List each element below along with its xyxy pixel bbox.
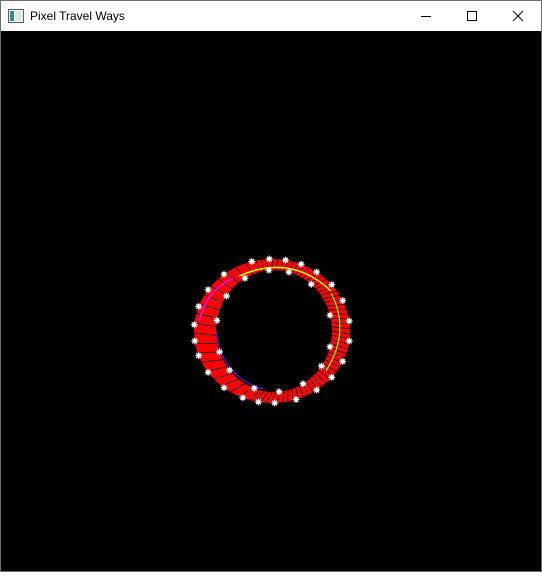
point-marker [328, 281, 335, 288]
point-marker [255, 398, 262, 405]
point-marker [339, 358, 346, 365]
point-marker [308, 281, 315, 288]
point-marker [328, 374, 335, 381]
maximize-icon [466, 10, 478, 22]
minimize-icon [420, 10, 432, 22]
drawing-canvas[interactable] [1, 31, 541, 571]
point-marker [248, 258, 255, 265]
window-app-icon [8, 8, 24, 24]
point-marker [266, 256, 273, 263]
ring-drawing [1, 31, 541, 571]
maximize-button[interactable] [449, 1, 495, 31]
ring-band [194, 259, 350, 403]
point-marker [313, 269, 320, 276]
point-marker [223, 293, 230, 300]
point-marker [327, 343, 334, 350]
point-marker [205, 369, 212, 376]
point-marker [205, 286, 212, 293]
close-icon [512, 10, 524, 22]
point-marker [327, 312, 334, 319]
point-marker [300, 380, 307, 387]
point-marker [282, 257, 289, 264]
point-marker [191, 338, 198, 345]
point-marker [226, 367, 233, 374]
point-marker [318, 363, 325, 370]
point-marker [221, 271, 228, 278]
point-marker [195, 303, 202, 310]
point-marker [293, 396, 300, 403]
point-marker [195, 352, 202, 359]
point-marker [298, 261, 305, 268]
point-marker [191, 321, 198, 328]
point-marker [251, 385, 258, 392]
window-title: Pixel Travel Ways [30, 9, 125, 23]
point-marker [221, 384, 228, 391]
point-marker [271, 400, 278, 407]
app-window: Pixel Travel Ways [0, 0, 542, 572]
point-marker [216, 348, 223, 355]
point-marker [213, 317, 220, 324]
title-bar[interactable]: Pixel Travel Ways [1, 1, 541, 31]
point-marker [346, 318, 353, 325]
window-controls [403, 1, 541, 31]
point-marker [239, 394, 246, 401]
point-marker [286, 269, 293, 276]
close-button[interactable] [495, 1, 541, 31]
minimize-button[interactable] [403, 1, 449, 31]
point-marker [339, 297, 346, 304]
point-marker [242, 275, 249, 282]
point-marker [346, 338, 353, 345]
point-marker [313, 387, 320, 394]
